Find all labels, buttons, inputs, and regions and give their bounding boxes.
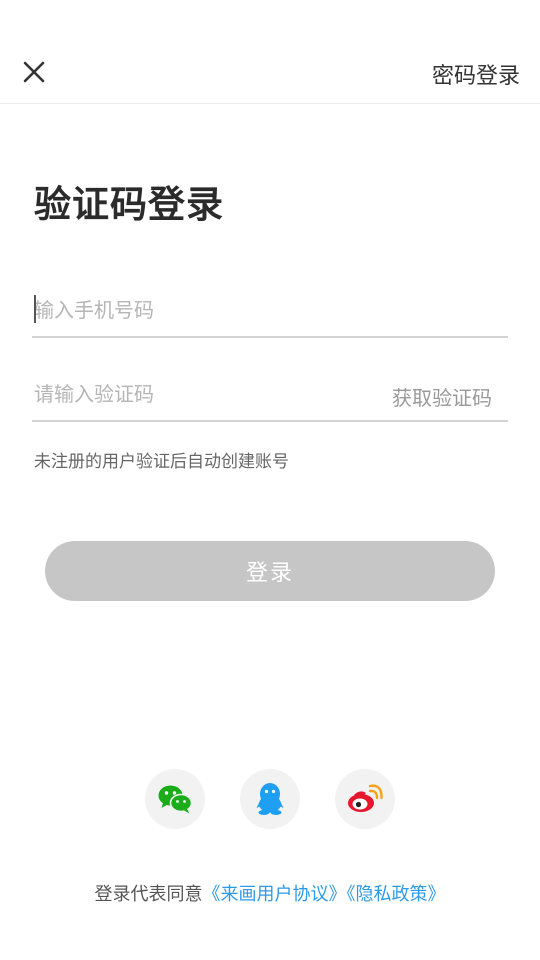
privacy-policy-link[interactable]: 《隐私政策》 [347, 884, 446, 905]
page-title: 验证码登录 [34, 183, 224, 226]
agreement-prefix: 登录代表同意 [94, 884, 203, 905]
phone-field [32, 278, 508, 338]
phone-input[interactable] [34, 292, 364, 328]
password-login-link[interactable]: 密码登录 [432, 58, 520, 90]
auto-register-hint: 未注册的用户验证后自动创建账号 [34, 452, 289, 472]
verification-code-input[interactable] [34, 376, 364, 412]
wechat-login-button[interactable] [145, 769, 205, 829]
top-bar: 密码登录 [0, 0, 540, 104]
qq-icon [256, 783, 284, 815]
weibo-icon [348, 784, 383, 812]
text-caret [34, 295, 36, 323]
weibo-login-button[interactable] [335, 769, 395, 829]
close-icon [23, 61, 45, 83]
qq-login-button[interactable] [240, 769, 300, 829]
user-agreement-link[interactable]: 《来画用户协议》 [203, 884, 347, 905]
agreement-text: 登录代表同意《来画用户协议》《隐私政策》 [0, 880, 540, 906]
wechat-icon [158, 785, 193, 814]
code-field: 获取验证码 [32, 362, 508, 422]
get-code-button[interactable]: 获取验证码 [392, 382, 492, 411]
close-button[interactable] [18, 56, 50, 88]
login-button[interactable]: 登录 [45, 541, 495, 601]
